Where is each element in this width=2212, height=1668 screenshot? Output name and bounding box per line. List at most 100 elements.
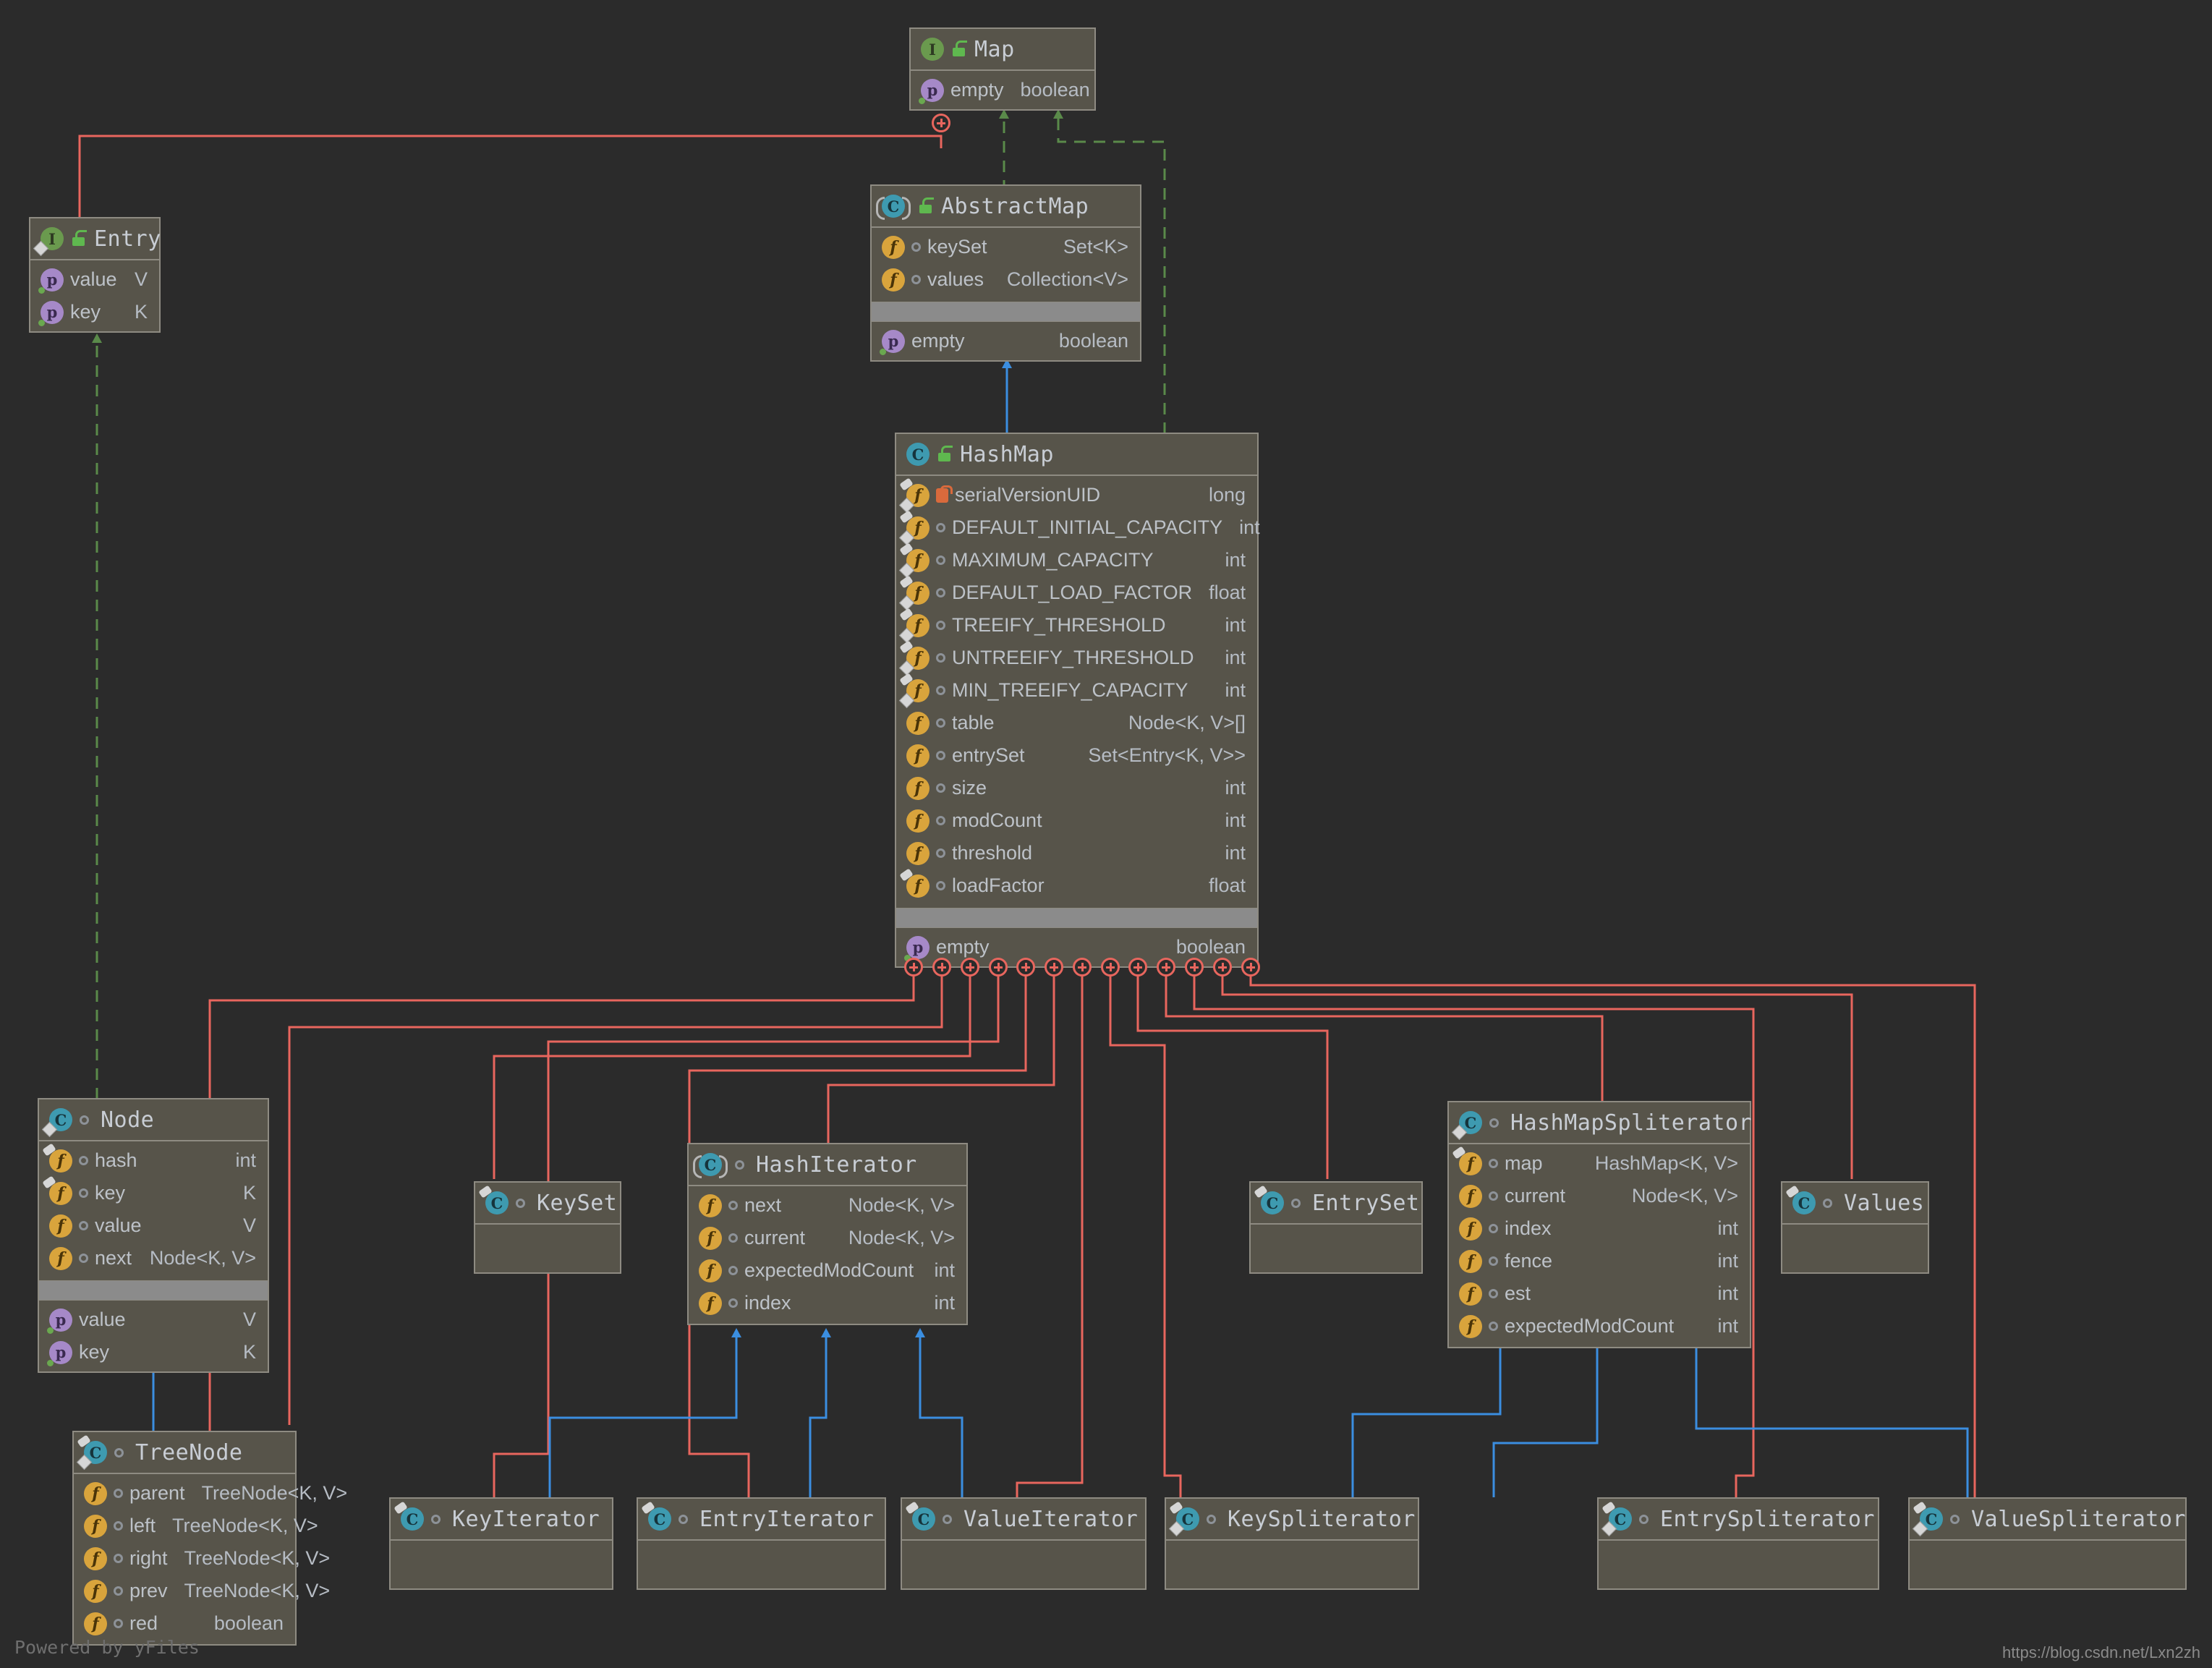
uml-node-hashiterator[interactable]: C HashIterator f next Node<K, V> f curre…: [687, 1143, 968, 1325]
property-row[interactable]: p value V: [39, 1303, 268, 1336]
uml-node-values[interactable]: C Values: [1781, 1181, 1929, 1274]
class-name: KeyIterator: [452, 1506, 600, 1532]
inner-class-icon: C: [1451, 1111, 1482, 1141]
uml-node-keyset[interactable]: C KeySet: [474, 1181, 621, 1274]
field-row[interactable]: f next Node<K, V>: [689, 1189, 966, 1222]
field-row[interactable]: f next Node<K, V>: [39, 1242, 268, 1275]
field-row[interactable]: f TREEIFY_THRESHOLD int: [896, 607, 1257, 643]
uml-node-entryspliterator[interactable]: C EntrySpliterator: [1597, 1497, 1879, 1590]
property-icon: p: [47, 1340, 72, 1366]
field-type: Node<K, V>: [848, 1194, 955, 1216]
uml-node-valuespliterator[interactable]: C ValueSpliterator: [1908, 1497, 2187, 1590]
uml-node-hashmap[interactable]: C HashMap f serialVersionUID long f DEFA…: [895, 433, 1260, 968]
field-row[interactable]: f DEFAULT_LOAD_FACTOR float: [896, 574, 1257, 610]
field-row[interactable]: f key K: [39, 1175, 268, 1209]
inner-class-junction[interactable]: [1185, 958, 1204, 976]
inner-class-junction[interactable]: [1016, 958, 1035, 976]
field-row[interactable]: f values Collection<V>: [872, 263, 1140, 296]
uml-node-keyspliterator[interactable]: C KeySpliterator: [1165, 1497, 1419, 1590]
field-name: current: [1505, 1185, 1566, 1207]
inner-class-junction[interactable]: [1241, 958, 1260, 976]
uml-node-entryset[interactable]: C EntrySet: [1249, 1181, 1423, 1274]
field-row[interactable]: f loadFactor float: [896, 867, 1257, 902]
field-row[interactable]: f MAXIMUM_CAPACITY int: [896, 542, 1257, 578]
fields-section: f next Node<K, V> f current Node<K, V> f…: [689, 1186, 966, 1324]
field-row[interactable]: f modCount int: [896, 804, 1257, 837]
field-icon: f: [1459, 1217, 1482, 1241]
field-type: int: [1225, 679, 1246, 701]
inner-class-junction[interactable]: [961, 958, 979, 976]
field-row[interactable]: f MIN_TREEIFY_CAPACITY int: [896, 672, 1257, 708]
field-type: int: [1225, 809, 1246, 831]
field-row[interactable]: f entrySet Set<Entry<K, V>>: [896, 739, 1257, 772]
uml-node-hashmapspliterator[interactable]: C HashMapSpliterator f map HashMap<K, V>…: [1447, 1101, 1752, 1348]
inner-class-junction[interactable]: [932, 958, 951, 976]
package-private-icon: [936, 523, 945, 532]
field-row[interactable]: f index int: [689, 1287, 966, 1319]
field-row[interactable]: f size int: [896, 772, 1257, 804]
property-type: V: [242, 1309, 256, 1330]
inner-class-junction[interactable]: [989, 958, 1008, 976]
package-private-icon: [1489, 1118, 1499, 1128]
field-row[interactable]: f expectedModCount int: [1449, 1310, 1750, 1343]
field-row[interactable]: f table Node<K, V>[]: [896, 707, 1257, 739]
uml-node-entryiterator[interactable]: C EntryIterator: [637, 1497, 886, 1590]
package-private-icon: [911, 242, 921, 252]
field-row[interactable]: f left TreeNode<K, V>: [74, 1510, 318, 1542]
field-row[interactable]: f right TreeNode<K, V>: [74, 1542, 330, 1575]
field-row[interactable]: f threshold int: [896, 837, 1257, 869]
inner-class-junction[interactable]: [1128, 958, 1147, 976]
field-row[interactable]: f current Node<K, V>: [1449, 1180, 1750, 1212]
uml-node-treenode[interactable]: C TreeNode f parent TreeNode<K, V> f lef…: [72, 1431, 347, 1646]
uml-node-entry[interactable]: I Entry p value V p key K: [29, 217, 161, 333]
field-row[interactable]: f UNTREEIFY_THRESHOLD int: [896, 639, 1257, 676]
inner-class-junction[interactable]: [1157, 958, 1175, 976]
field-row[interactable]: f DEFAULT_INITIAL_CAPACITY int: [896, 509, 1260, 545]
uml-node-valueiterator[interactable]: C ValueIterator: [901, 1497, 1147, 1590]
inner-class-junction[interactable]: [1213, 958, 1232, 976]
field-row[interactable]: f value V: [39, 1209, 268, 1242]
package-private-icon: [431, 1514, 441, 1524]
uml-node-keyiterator[interactable]: C KeyIterator: [389, 1497, 613, 1590]
inner-class-junction[interactable]: [932, 114, 950, 132]
package-private-icon: [1291, 1198, 1301, 1208]
field-icon: f: [882, 268, 905, 292]
field-row[interactable]: f serialVersionUID long: [896, 477, 1257, 513]
inner-class-junction[interactable]: [1073, 958, 1092, 976]
class-name: HashMap: [960, 441, 1054, 467]
property-row[interactable]: p key K: [30, 296, 159, 328]
inner-class-junction[interactable]: [904, 958, 923, 976]
field-name: DEFAULT_LOAD_FACTOR: [952, 582, 1193, 603]
property-type: boolean: [1175, 936, 1246, 958]
field-icon: f: [84, 1579, 107, 1603]
field-row[interactable]: f current Node<K, V>: [689, 1222, 966, 1254]
field-row[interactable]: f fence int: [1449, 1245, 1750, 1277]
field-row[interactable]: f prev TreeNode<K, V>: [74, 1575, 330, 1607]
property-name: value: [70, 268, 117, 290]
field-row[interactable]: f index int: [1449, 1212, 1750, 1245]
unlocked-public-icon: [937, 446, 953, 462]
field-icon: f: [906, 744, 930, 767]
interface-icon: I: [921, 38, 944, 61]
inner-class-junction[interactable]: [1101, 958, 1120, 976]
field-type: Node<K, V>: [149, 1247, 256, 1269]
uml-node-abstractmap[interactable]: C AbstractMap f keySet Set<K> f values C…: [870, 184, 1141, 362]
field-row[interactable]: f hash int: [39, 1142, 268, 1177]
uml-node-node[interactable]: C Node f hash int f key K f value V f ne…: [38, 1098, 269, 1373]
property-row[interactable]: p empty boolean: [872, 325, 1140, 357]
property-row[interactable]: p value V: [30, 263, 159, 296]
field-row[interactable]: f est int: [1449, 1277, 1750, 1310]
inner-class-junction[interactable]: [1045, 958, 1063, 976]
properties-section: p empty boolean: [911, 71, 1094, 109]
field-name: threshold: [952, 842, 1033, 864]
field-row[interactable]: f map HashMap<K, V>: [1449, 1145, 1750, 1180]
inner-class-icon: C: [1601, 1501, 1632, 1537]
uml-node-map[interactable]: I Map p empty boolean: [909, 27, 1096, 111]
field-row[interactable]: f parent TreeNode<K, V>: [74, 1477, 347, 1510]
property-row[interactable]: p empty boolean: [911, 74, 1094, 106]
field-row[interactable]: f expectedModCount int: [689, 1254, 966, 1287]
field-row[interactable]: f keySet Set<K>: [872, 231, 1140, 263]
field-row[interactable]: f red boolean: [74, 1607, 295, 1640]
field-name: right: [129, 1547, 168, 1569]
property-row[interactable]: p key K: [39, 1336, 268, 1369]
